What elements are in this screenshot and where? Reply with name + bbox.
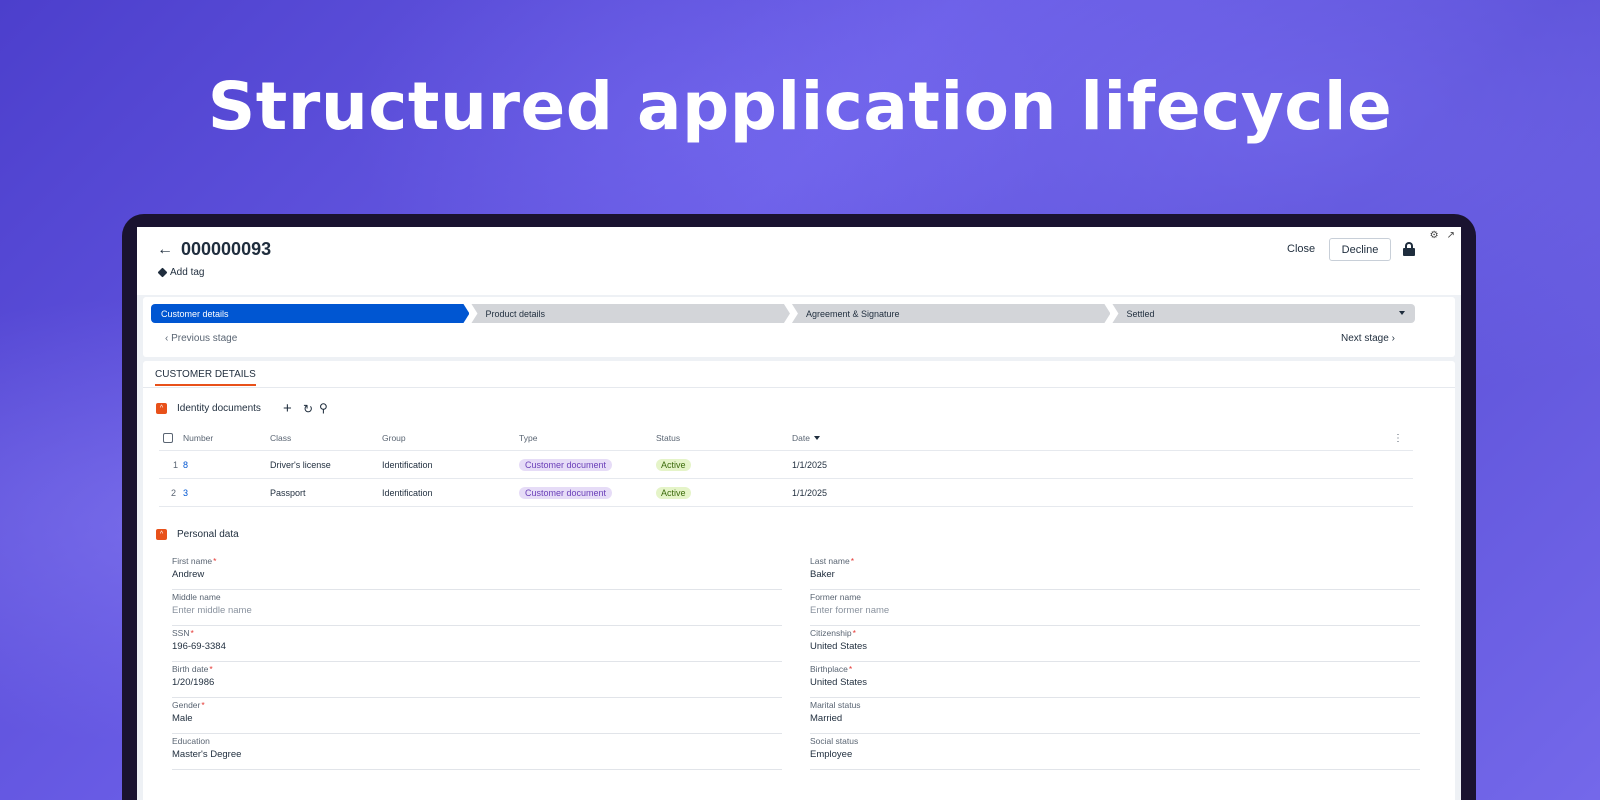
social-status-field[interactable]: Social status Employee <box>810 736 1420 770</box>
stage-bar: Customer details Product details Agreeme… <box>151 304 1417 323</box>
previous-stage-button[interactable]: ‹ Previous stage <box>165 333 237 344</box>
type-badge: Customer document <box>519 486 613 499</box>
collapse-icon[interactable]: ^ <box>156 403 167 414</box>
date-cell: 1/1/2025 <box>792 459 828 470</box>
record-header: ← 000000093 Add tag Close Decline ⚙ ↗ <box>137 227 1461 295</box>
status-badge: Active <box>656 458 691 471</box>
first-name-field[interactable]: First name* Andrew <box>172 556 782 590</box>
record-number: 000000093 <box>181 239 272 259</box>
decline-button[interactable]: Decline <box>1329 238 1391 261</box>
column-header[interactable]: Status <box>656 425 680 450</box>
last-name-field[interactable]: Last name* Baker <box>810 556 1420 590</box>
document-number-link[interactable]: 8 <box>183 451 188 478</box>
column-header[interactable]: Group <box>382 425 406 450</box>
birth-date-field[interactable]: Birth date* 1/20/1986 <box>172 664 782 698</box>
stage-panel: Customer details Product details Agreeme… <box>143 297 1455 357</box>
stage-settled[interactable]: Settled <box>1112 304 1415 323</box>
lock-icon[interactable] <box>1403 242 1415 256</box>
tab-customer-details[interactable]: CUSTOMER DETAILS <box>155 369 256 386</box>
identity-documents-title: Identity documents <box>177 403 261 414</box>
more-options-icon[interactable]: ⋮ <box>1393 433 1403 444</box>
education-field[interactable]: Education Master's Degree <box>172 736 782 770</box>
hero-title: Structured application lifecycle <box>207 68 1393 145</box>
group-cell: Identification <box>382 487 433 498</box>
identity-documents-table: Number Class Group Type Status Date ⋮ 1 … <box>159 425 1413 507</box>
add-icon[interactable]: + <box>283 400 292 417</box>
gender-field[interactable]: Gender* Male <box>172 700 782 734</box>
ssn-field[interactable]: SSN* 196-69-3384 <box>172 628 782 662</box>
personal-data-title: Personal data <box>177 529 239 540</box>
class-cell: Passport <box>270 487 306 498</box>
expand-icon[interactable]: ↗ <box>1447 230 1455 241</box>
sort-desc-icon <box>813 435 820 440</box>
table-row[interactable]: 1 8 Driver's license Identification Cust… <box>159 451 1413 479</box>
search-icon[interactable]: ⚲ <box>319 401 328 415</box>
chevron-down-icon[interactable] <box>1399 311 1405 315</box>
birthplace-field[interactable]: Birthplace* United States <box>810 664 1420 698</box>
window-controls: ⚙ ↗ <box>1430 230 1455 241</box>
collapse-icon[interactable]: ^ <box>156 529 167 540</box>
close-button[interactable]: Close <box>1287 243 1315 255</box>
marital-status-field[interactable]: Marital status Married <box>810 700 1420 734</box>
column-header[interactable]: Class <box>270 425 291 450</box>
row-index: 1 <box>173 459 179 470</box>
status-badge: Active <box>656 486 691 499</box>
select-all-checkbox[interactable] <box>163 432 173 443</box>
table-header: Number Class Group Type Status Date ⋮ <box>159 425 1413 451</box>
app-screen: ← 000000093 Add tag Close Decline ⚙ ↗ Cu… <box>137 227 1461 800</box>
divider <box>143 387 1455 388</box>
add-tag-label: Add tag <box>170 267 205 278</box>
row-index: 2 <box>171 487 177 498</box>
middle-name-field[interactable]: Middle name Enter middle name <box>172 592 782 626</box>
stage-product-details[interactable]: Product details <box>471 304 789 323</box>
class-cell: Driver's license <box>270 459 331 470</box>
next-stage-button[interactable]: Next stage › <box>1341 333 1395 344</box>
chevron-right-icon: › <box>1388 333 1395 344</box>
refresh-icon[interactable]: ↻ <box>303 402 313 416</box>
former-name-field[interactable]: Former name Enter former name <box>810 592 1420 626</box>
type-badge: Customer document <box>519 458 613 471</box>
document-number-link[interactable]: 3 <box>183 479 188 506</box>
tag-icon <box>157 267 168 278</box>
date-column-header[interactable]: Date <box>792 425 820 450</box>
column-header[interactable]: Number <box>183 425 213 450</box>
group-cell: Identification <box>382 459 433 470</box>
table-row[interactable]: 2 3 Passport Identification Customer doc… <box>159 479 1413 507</box>
settings-icon[interactable]: ⚙ <box>1430 230 1439 241</box>
back-arrow-icon[interactable]: ← <box>157 241 173 259</box>
customer-details-panel: CUSTOMER DETAILS ^ Identity documents + … <box>143 361 1455 800</box>
citizenship-field[interactable]: Citizenship* United States <box>810 628 1420 662</box>
stage-customer-details[interactable]: Customer details <box>151 304 469 323</box>
column-header[interactable]: Type <box>519 425 537 450</box>
date-cell: 1/1/2025 <box>792 487 828 498</box>
stage-agreement-signature[interactable]: Agreement & Signature <box>792 304 1110 323</box>
add-tag-link[interactable]: Add tag <box>157 267 205 278</box>
